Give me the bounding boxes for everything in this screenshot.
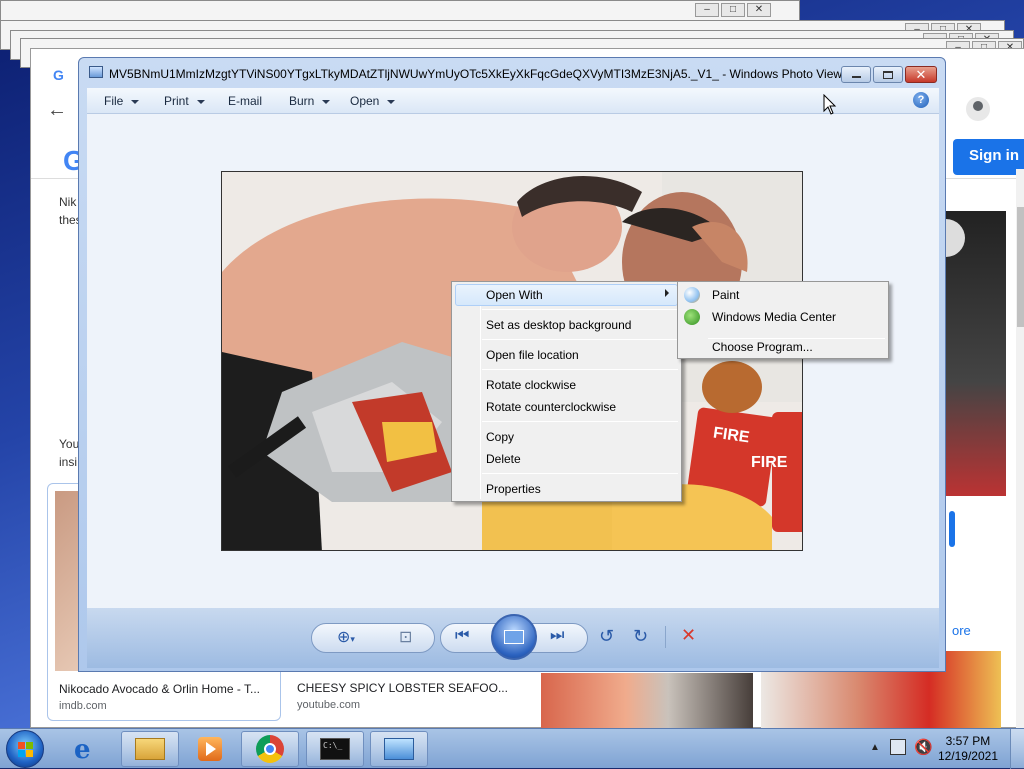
rotate-counterclockwise-icon[interactable]: ↺ (599, 626, 614, 647)
taskbar-chrome-button[interactable] (241, 731, 299, 767)
title-bar[interactable]: MV5BNmU1MmIzMzgtYTViNS00YTgxLTkyMDAtZTlj… (79, 58, 945, 88)
menu-burn[interactable]: Burn (289, 94, 331, 108)
photo-viewer-icon (89, 66, 103, 78)
google-favicon-icon: G (53, 67, 64, 83)
menu-item-delete[interactable]: Delete (486, 452, 521, 466)
menu-item-properties[interactable]: Properties (486, 482, 541, 496)
result-title[interactable]: CHEESY SPICY LOBSTER SEAFOO... (297, 681, 508, 695)
submenu-item-paint[interactable]: Paint (712, 288, 739, 302)
menu-print[interactable]: Print (164, 94, 205, 108)
menu-separator (482, 339, 678, 340)
command-prompt-icon: C:\_ (320, 738, 350, 760)
menu-item-open-file-location[interactable]: Open file location (486, 348, 579, 362)
menu-email[interactable]: E-mail (228, 94, 262, 108)
close-icon[interactable]: ✕ (905, 66, 937, 83)
rotate-clockwise-icon[interactable]: ↻ (633, 626, 648, 647)
previous-icon[interactable]: ⏮ (455, 627, 469, 645)
show-hidden-icons[interactable]: ▲ (870, 742, 880, 753)
start-button[interactable] (6, 730, 44, 768)
control-bar: ⊕▾ ⊡ ⏮ ⏭ ↺ ↻ ✕ (87, 608, 939, 668)
divider (665, 626, 666, 648)
result-source: imdb.com (59, 700, 107, 712)
submenu-item-windows-media-center[interactable]: Windows Media Center (712, 310, 836, 324)
snippet-text-3: You (59, 437, 80, 451)
volume-muted-icon[interactable]: 🔇 (914, 738, 933, 756)
menu-separator (482, 309, 678, 310)
chevron-down-icon (322, 99, 331, 104)
show-desktop-button[interactable] (1010, 729, 1024, 769)
next-icon[interactable]: ⏭ (550, 627, 564, 645)
context-menu: Open With Set as desktop background Open… (451, 281, 682, 502)
scrollbar[interactable] (1016, 169, 1024, 729)
menu-item-open-with[interactable]: Open With (486, 288, 543, 302)
snippet-text-1: Nik (59, 195, 77, 209)
menu-separator (482, 473, 678, 474)
mouse-cursor-icon (823, 94, 837, 115)
packet-label: FIRE (751, 454, 788, 471)
chevron-down-icon (196, 99, 205, 104)
taskbar-photo-viewer-button[interactable] (370, 731, 428, 767)
menu-bar: File Print E-mail Burn Open ? (87, 88, 939, 114)
menu-open[interactable]: Open (350, 94, 396, 108)
zoom-group (311, 623, 435, 653)
menu-file[interactable]: File (104, 94, 140, 108)
snippet-text-4: insi (59, 455, 78, 469)
submenu-arrow-icon (665, 289, 669, 297)
taskbar-explorer-button[interactable] (121, 731, 179, 767)
minimize-button[interactable] (841, 66, 871, 83)
system-clock[interactable]: 3:57 PM 12/19/2021 (938, 734, 998, 764)
windows-media-center-icon (684, 309, 700, 325)
avatar[interactable] (966, 97, 990, 121)
network-icon[interactable] (890, 739, 906, 755)
clock-time: 3:57 PM (945, 734, 991, 748)
actual-size-icon[interactable]: ⊡ (399, 627, 412, 647)
open-with-submenu: Paint Windows Media Center Choose Progra… (677, 281, 889, 359)
submenu-item-choose-program[interactable]: Choose Program... (712, 340, 813, 354)
menu-item-copy[interactable]: Copy (486, 430, 514, 444)
result-source: youtube.com (297, 699, 360, 711)
taskbar-command-prompt-button[interactable]: C:\_ (306, 731, 364, 767)
chevron-down-icon (387, 99, 396, 104)
image-thumbnail[interactable] (541, 673, 753, 729)
back-arrow-icon[interactable]: ← (47, 99, 67, 122)
menu-separator (708, 338, 885, 339)
internet-explorer-icon[interactable]: e (74, 735, 91, 765)
menu-separator (482, 369, 678, 370)
paint-icon (684, 287, 700, 303)
media-player-icon[interactable] (198, 737, 222, 761)
menu-item-set-desktop-background[interactable]: Set as desktop background (486, 318, 631, 332)
more-link[interactable]: ore (952, 623, 971, 638)
help-icon[interactable]: ? (913, 92, 929, 108)
maximize-button[interactable] (873, 66, 903, 83)
chevron-down-icon (131, 99, 140, 104)
sign-in-button[interactable]: Sign in (953, 139, 1024, 175)
taskbar: e C:\_ ▲ 🔇 3:57 PM 12/19/2021 (0, 728, 1024, 769)
clock-date: 12/19/2021 (937, 749, 998, 763)
result-title[interactable]: Nikocado Avocado & Orlin Home - T... (59, 682, 260, 696)
menu-item-rotate-clockwise[interactable]: Rotate clockwise (486, 378, 576, 392)
window-title: MV5BNmU1MmIzMzgtYTViNS00YTgxLTkyMDAtZTlj… (109, 67, 853, 81)
menu-separator (482, 421, 678, 422)
delete-icon[interactable]: ✕ (681, 625, 696, 646)
menu-item-rotate-counterclockwise[interactable]: Rotate counterclockwise (486, 400, 616, 414)
slideshow-button[interactable] (491, 614, 537, 660)
menu-gutter (480, 284, 481, 499)
zoom-icon[interactable]: ⊕▾ (337, 627, 355, 647)
carousel-indicator (949, 511, 955, 547)
